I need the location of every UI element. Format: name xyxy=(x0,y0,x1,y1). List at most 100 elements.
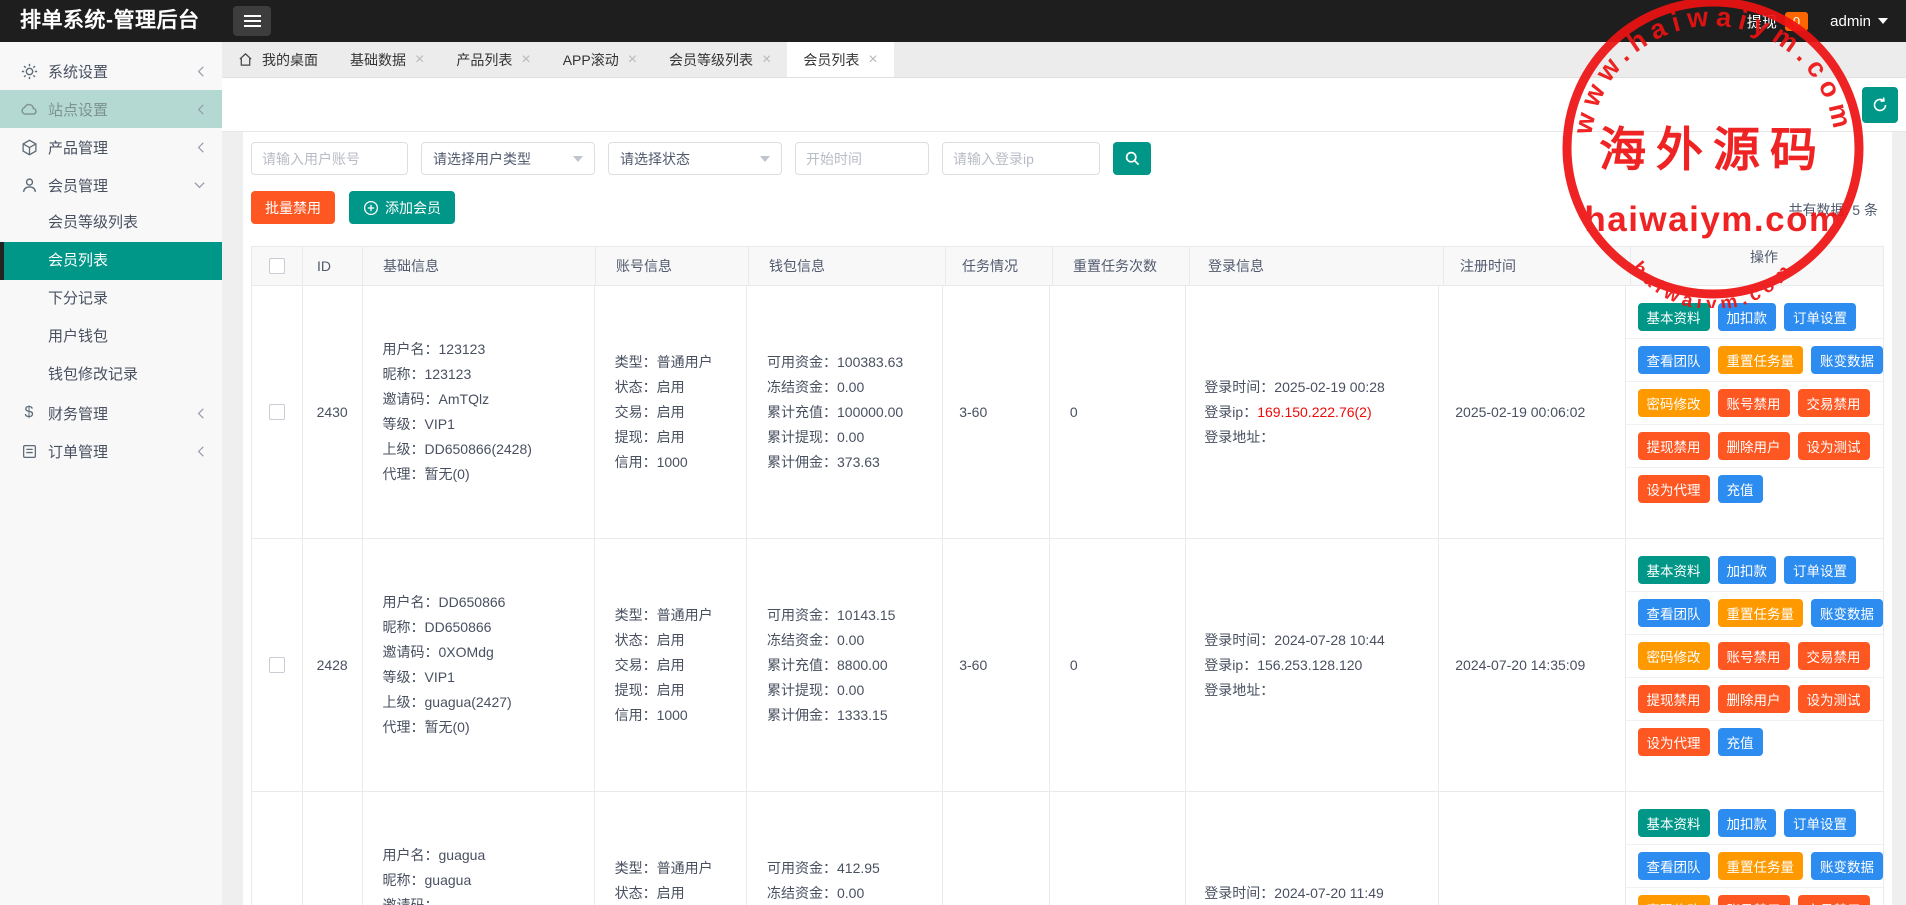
btn-reset-tasks[interactable]: 重置任务量 xyxy=(1718,852,1804,880)
btn-add-deduct[interactable]: 加扣款 xyxy=(1718,303,1777,331)
btn-account-changes[interactable]: 账变数据 xyxy=(1811,599,1883,627)
col-header-reset-count: 重置任务次数 xyxy=(1053,247,1190,285)
batch-disable-button[interactable]: 批量禁用 xyxy=(251,191,335,224)
sidebar-item-order-management[interactable]: 订单管理 xyxy=(0,432,222,470)
btn-delete-user[interactable]: 删除用户 xyxy=(1718,432,1790,460)
btn-password-edit[interactable]: 密码修改 xyxy=(1638,642,1710,670)
btn-password-edit[interactable]: 密码修改 xyxy=(1638,895,1710,905)
cell-operations: 基本资料 加扣款 订单设置 查看团队 重置任务量 账变数据 密码修改 账号禁用 … xyxy=(1626,286,1884,538)
cell-id: 2428 xyxy=(303,539,363,791)
btn-view-team[interactable]: 查看团队 xyxy=(1638,346,1710,374)
btn-account-changes[interactable]: 账变数据 xyxy=(1811,346,1883,374)
cell-login-info: 登录时间：2024-07-20 11:49 xyxy=(1186,792,1439,905)
btn-trade-disable[interactable]: 交易禁用 xyxy=(1798,642,1870,670)
chevron-left-icon xyxy=(195,141,206,154)
sidebar-item-member-level-list[interactable]: 会员等级列表 xyxy=(0,204,222,242)
btn-view-team[interactable]: 查看团队 xyxy=(1638,599,1710,627)
login-ip-input[interactable] xyxy=(942,142,1100,175)
btn-reset-tasks[interactable]: 重置任务量 xyxy=(1718,599,1804,627)
btn-reset-tasks[interactable]: 重置任务量 xyxy=(1718,346,1804,374)
btn-set-test[interactable]: 设为测试 xyxy=(1798,432,1870,460)
cell-reset-count: 0 xyxy=(1050,539,1186,791)
login-ip-value: 156.253.128.120 xyxy=(1257,657,1362,673)
tab-basic-data[interactable]: 基础数据 × xyxy=(334,42,440,77)
btn-trade-disable[interactable]: 交易禁用 xyxy=(1798,389,1870,417)
tab-app-scroll[interactable]: APP滚动 × xyxy=(547,42,653,77)
home-icon xyxy=(238,52,253,67)
btn-set-agent[interactable]: 设为代理 xyxy=(1638,728,1710,756)
btn-trade-disable[interactable]: 交易禁用 xyxy=(1798,895,1870,905)
sidebar-item-label: 财务管理 xyxy=(48,403,108,424)
chevron-left-icon xyxy=(195,103,206,116)
tab-member-level-list[interactable]: 会员等级列表 × xyxy=(653,42,787,77)
cell-operations: 基本资料 加扣款 订单设置 查看团队 重置任务量 账变数据 密码修改 账号禁用 … xyxy=(1626,539,1884,791)
btn-add-deduct[interactable]: 加扣款 xyxy=(1718,556,1777,584)
btn-basic-info[interactable]: 基本资料 xyxy=(1638,303,1710,331)
btn-order-settings[interactable]: 订单设置 xyxy=(1784,556,1856,584)
tab-member-list[interactable]: 会员列表 × xyxy=(787,42,893,77)
row-checkbox[interactable] xyxy=(269,657,285,673)
cell-reg-time: 2024-07-20 14:35:09 xyxy=(1439,539,1625,791)
btn-withdraw-disable[interactable]: 提现禁用 xyxy=(1638,685,1710,713)
col-header-login-info: 登录信息 xyxy=(1190,247,1444,285)
btn-delete-user[interactable]: 删除用户 xyxy=(1718,685,1790,713)
sidebar-item-product-management[interactable]: 产品管理 xyxy=(0,128,222,166)
close-icon[interactable]: × xyxy=(762,52,771,68)
cell-base-info: 用户名：guagua昵称：guagua 邀请码： xyxy=(363,792,595,905)
plus-circle-icon xyxy=(363,200,379,216)
btn-account-disable[interactable]: 账号禁用 xyxy=(1718,389,1790,417)
sidebar-item-site-settings[interactable]: 站点设置 xyxy=(0,90,222,128)
sidebar-item-finance-management[interactable]: $ 财务管理 xyxy=(0,394,222,432)
btn-account-changes[interactable]: 账变数据 xyxy=(1811,852,1883,880)
user-menu[interactable]: admin xyxy=(1830,13,1888,30)
btn-view-team[interactable]: 查看团队 xyxy=(1638,852,1710,880)
search-button[interactable] xyxy=(1113,142,1151,175)
sidebar-item-wallet-edit-records[interactable]: 钱包修改记录 xyxy=(0,356,222,394)
finance-icon: $ xyxy=(20,404,38,422)
sidebar-item-member-management[interactable]: 会员管理 xyxy=(0,166,222,204)
btn-password-edit[interactable]: 密码修改 xyxy=(1638,389,1710,417)
col-header-operations: 操作 xyxy=(1631,247,1883,285)
sidebar-item-score-records[interactable]: 下分记录 xyxy=(0,280,222,318)
add-member-button[interactable]: 添加会员 xyxy=(349,191,455,224)
close-icon[interactable]: × xyxy=(868,52,877,68)
table-row: 2430 用户名：123123昵称：123123 邀请码：AmTQlz等级：VI… xyxy=(252,285,1883,538)
cell-task: 3-60 xyxy=(943,539,1050,791)
col-header-wallet-info: 钱包信息 xyxy=(749,247,946,285)
status-select[interactable]: 请选择状态 xyxy=(608,142,782,175)
btn-account-disable[interactable]: 账号禁用 xyxy=(1718,895,1790,905)
btn-set-test[interactable]: 设为测试 xyxy=(1798,685,1870,713)
sidebar-item-member-list[interactable]: 会员列表 xyxy=(0,242,222,280)
col-header-base-info: 基础信息 xyxy=(363,247,596,285)
hamburger-menu-button[interactable] xyxy=(233,6,271,36)
close-icon[interactable]: × xyxy=(415,52,424,68)
chevron-down-icon xyxy=(1878,18,1888,29)
tab-product-list[interactable]: 产品列表 × xyxy=(440,42,546,77)
cell-reg-time xyxy=(1439,792,1625,905)
btn-account-disable[interactable]: 账号禁用 xyxy=(1718,642,1790,670)
refresh-button[interactable] xyxy=(1862,87,1898,123)
col-header-reg-time: 注册时间 xyxy=(1444,247,1631,285)
product-icon xyxy=(20,138,38,156)
btn-recharge[interactable]: 充值 xyxy=(1718,728,1763,756)
sidebar-item-user-wallet[interactable]: 用户钱包 xyxy=(0,318,222,356)
btn-set-agent[interactable]: 设为代理 xyxy=(1638,475,1710,503)
btn-order-settings[interactable]: 订单设置 xyxy=(1784,303,1856,331)
close-icon[interactable]: × xyxy=(521,52,530,68)
login-ip-value: 169.150.222.76(2) xyxy=(1257,404,1371,420)
account-search-input[interactable] xyxy=(251,142,408,175)
tab-my-desktop[interactable]: 我的桌面 xyxy=(222,42,334,77)
btn-order-settings[interactable]: 订单设置 xyxy=(1784,809,1856,837)
btn-basic-info[interactable]: 基本资料 xyxy=(1638,809,1710,837)
sidebar-item-system-settings[interactable]: 系统设置 xyxy=(0,52,222,90)
row-checkbox[interactable] xyxy=(269,404,285,420)
withdraw-menu[interactable]: 提现 0 xyxy=(1747,11,1808,32)
start-time-input[interactable] xyxy=(795,142,929,175)
btn-basic-info[interactable]: 基本资料 xyxy=(1638,556,1710,584)
select-all-checkbox[interactable] xyxy=(269,258,285,274)
btn-add-deduct[interactable]: 加扣款 xyxy=(1718,809,1777,837)
user-type-select[interactable]: 请选择用户类型 xyxy=(421,142,595,175)
btn-withdraw-disable[interactable]: 提现禁用 xyxy=(1638,432,1710,460)
btn-recharge[interactable]: 充值 xyxy=(1718,475,1763,503)
close-icon[interactable]: × xyxy=(628,52,637,68)
